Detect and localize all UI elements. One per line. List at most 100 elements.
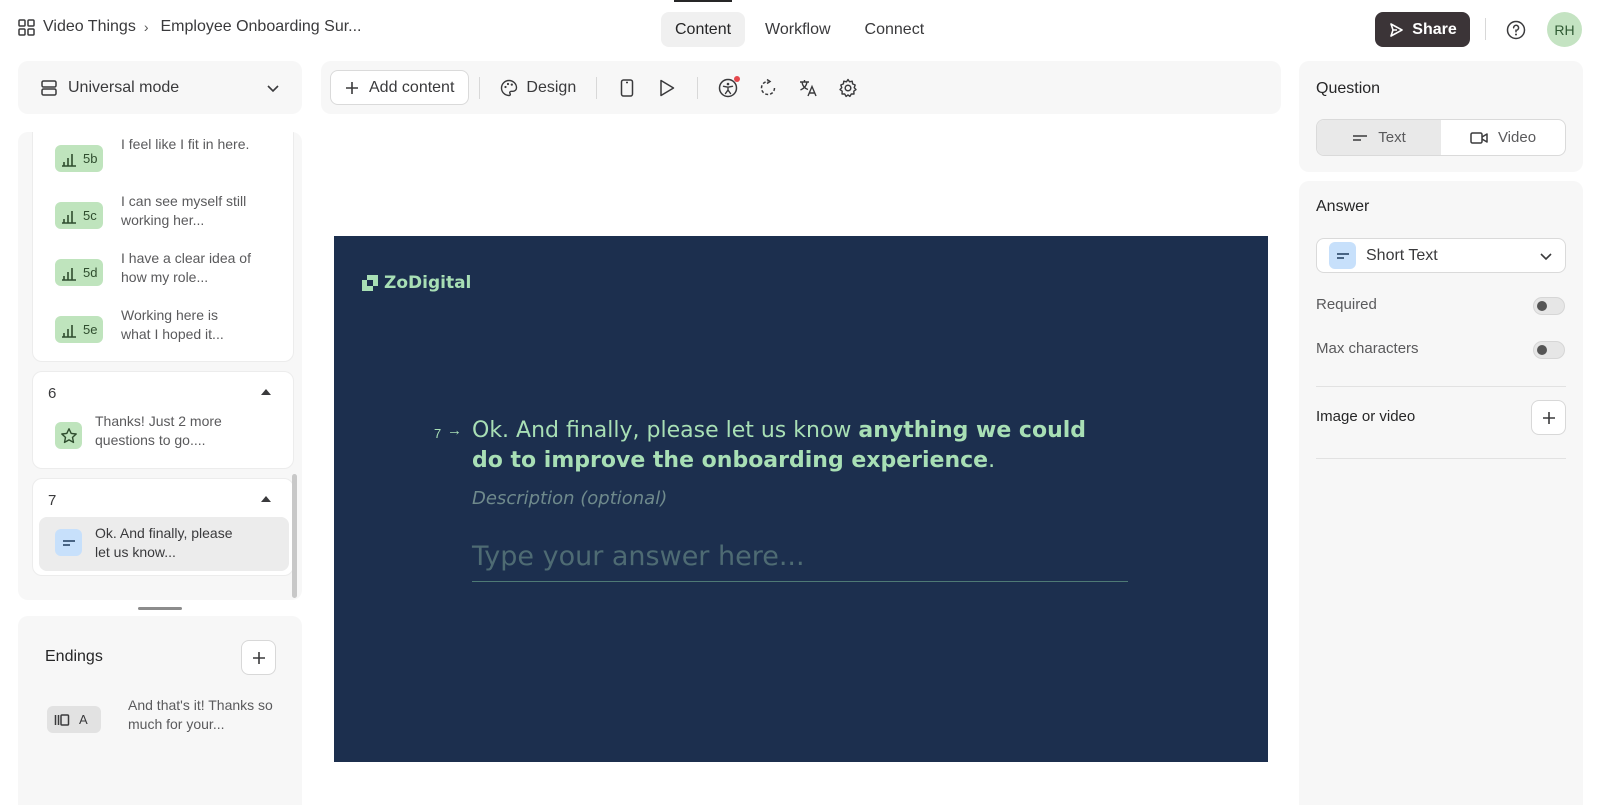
design-button[interactable]: Design (490, 70, 586, 105)
short-text-icon (1329, 242, 1356, 269)
form-title[interactable]: Employee Onboarding Sur... (160, 18, 361, 36)
endings-panel: Endings A And that's it! Thanks so much … (18, 616, 302, 805)
group-number: 7 (48, 492, 57, 509)
question-badge: 5c (55, 202, 103, 229)
group-number: 6 (48, 385, 57, 402)
tab-content[interactable]: Content (661, 0, 746, 47)
breadcrumb: Video Things › Employee Onboarding Sur..… (18, 18, 362, 36)
required-toggle[interactable] (1533, 297, 1565, 315)
divider (1316, 458, 1566, 459)
text-option[interactable]: Text (1317, 120, 1441, 155)
answer-label: Answer (1316, 198, 1370, 215)
add-image-video-button[interactable] (1531, 400, 1566, 435)
star-icon (60, 427, 78, 445)
list-item[interactable]: 5d I have a clear idea of how my role... (39, 247, 289, 301)
plus-icon (345, 81, 359, 95)
answer-type-select[interactable]: Short Text (1316, 238, 1566, 273)
collapse-caret-icon[interactable] (261, 496, 271, 502)
video-camera-icon (1470, 131, 1488, 145)
layers-icon (40, 79, 58, 97)
max-characters-toggle[interactable] (1533, 341, 1565, 359)
question-preview-canvas: ZoDigital 7 → Ok. And finally, please le… (334, 236, 1268, 762)
brand-logo: ZoDigital (362, 273, 471, 293)
palette-icon (500, 79, 518, 97)
tab-connect[interactable]: Connect (851, 12, 939, 47)
question-text: I feel like I fit in here. (121, 136, 250, 152)
resize-handle[interactable] (138, 607, 182, 610)
question-badge: 5b (55, 145, 104, 172)
avatar[interactable]: RH (1547, 12, 1582, 47)
play-preview-icon[interactable] (647, 70, 687, 105)
brand-mark-icon (362, 275, 378, 291)
apps-grid-icon[interactable] (18, 18, 35, 36)
list-item[interactable]: Thanks! Just 2 more questions to go.... (39, 410, 289, 464)
question-badge (55, 529, 82, 556)
question-text: I have a clear idea of how my role... (121, 250, 251, 285)
question-text: Thanks! Just 2 more questions to go.... (95, 413, 222, 448)
ending-text: And that's it! Thanks so much for your..… (128, 697, 273, 732)
question-group-6: 6 Thanks! Just 2 more questions to go...… (32, 371, 294, 469)
question-label: Question (1316, 80, 1381, 97)
logic-loop-icon[interactable] (748, 70, 788, 105)
endings-title: Endings (45, 648, 103, 665)
description-field[interactable]: Description (optional) (472, 488, 667, 509)
notification-dot (734, 76, 741, 82)
question-text: Ok. And finally, please let us know... (95, 525, 233, 560)
opinion-scale-icon (61, 208, 77, 224)
video-option[interactable]: Video (1441, 120, 1565, 155)
question-group-7: 7 Ok. And finally, please let us know... (32, 478, 294, 576)
list-item[interactable]: 5b I feel like I fit in here. (39, 133, 289, 187)
header-divider (1485, 18, 1486, 40)
plus-icon (1542, 411, 1556, 425)
question-type-toggle: Text Video (1316, 119, 1566, 156)
chevron-down-icon (266, 81, 280, 95)
content-toolbar: Add content Design (321, 61, 1281, 114)
question-number: 7 (434, 426, 442, 441)
breadcrumb-separator: › (143, 19, 149, 35)
add-content-button[interactable]: Add content (330, 70, 470, 105)
max-characters-label: Max characters (1316, 340, 1419, 357)
answer-settings-panel: Answer Short Text Required Max character… (1299, 181, 1583, 805)
image-or-video-label: Image or video (1316, 408, 1416, 425)
send-icon (1388, 22, 1404, 38)
accessibility-icon[interactable] (708, 70, 748, 105)
divider (1316, 386, 1566, 387)
mode-selector[interactable]: Universal mode (18, 61, 302, 114)
toolbar-divider (596, 76, 598, 99)
toolbar-divider (697, 76, 699, 99)
collapse-caret-icon[interactable] (261, 389, 271, 395)
tab-workflow[interactable]: Workflow (751, 12, 845, 47)
question-settings-panel: Question Text Video (1299, 61, 1583, 172)
question-list: 5b I feel like I fit in here. 5c I can s… (18, 132, 302, 600)
ending-badge: A (47, 706, 101, 733)
question-title[interactable]: Ok. And finally, please let us know anyt… (472, 416, 1122, 476)
list-item-selected[interactable]: Ok. And finally, please let us know... (39, 517, 289, 571)
question-badge: 5e (55, 316, 104, 343)
short-text-icon (61, 535, 77, 551)
add-ending-button[interactable] (241, 640, 276, 675)
required-label: Required (1316, 296, 1377, 313)
translate-icon[interactable] (788, 70, 828, 105)
mobile-preview-icon[interactable] (607, 70, 647, 105)
share-button[interactable]: Share (1375, 12, 1470, 47)
workspace-link[interactable]: Video Things (43, 18, 136, 36)
settings-gear-icon[interactable] (828, 70, 868, 105)
plus-icon (252, 651, 266, 665)
question-badge: 5d (55, 259, 104, 286)
question-text: Working here is what I hoped it... (121, 307, 224, 342)
question-group-5: 5b I feel like I fit in here. 5c I can s… (32, 132, 294, 362)
mode-label: Universal mode (68, 78, 180, 96)
arrow-right-icon: → (447, 422, 462, 439)
main-tabs: Content Workflow Connect (661, 0, 939, 47)
scrollbar[interactable] (292, 474, 297, 598)
help-icon[interactable] (1506, 20, 1526, 40)
list-item[interactable]: 5c I can see myself still working her... (39, 190, 289, 244)
ending-screen-icon (54, 712, 70, 728)
chevron-down-icon (1539, 249, 1553, 263)
share-label: Share (1412, 20, 1457, 38)
question-text: I can see myself still working her... (121, 193, 247, 228)
list-item[interactable]: 5e Working here is what I hoped it... (39, 304, 289, 358)
top-bar: Video Things › Employee Onboarding Sur..… (0, 0, 1600, 60)
answer-input-preview[interactable]: Type your answer here... (472, 541, 1128, 582)
ending-item[interactable]: A And that's it! Thanks so much for your… (44, 696, 284, 750)
